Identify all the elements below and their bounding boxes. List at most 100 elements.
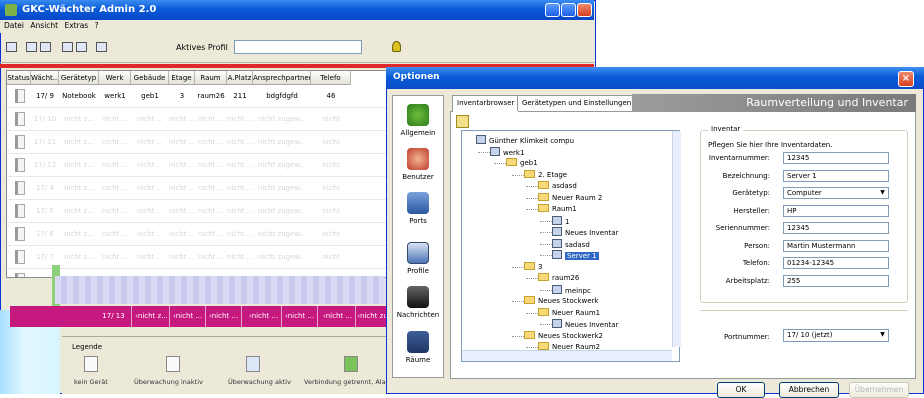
tree-node[interactable]: geb1 xyxy=(506,158,538,167)
menu-extras[interactable]: Extras xyxy=(65,21,89,30)
inventory-field-input[interactable]: 255 xyxy=(783,274,889,287)
close-button[interactable] xyxy=(577,3,592,17)
col-geraetetyp[interactable]: Gerätetyp xyxy=(59,71,99,85)
messages-icon xyxy=(407,286,429,308)
tree-connector xyxy=(526,209,538,210)
options-close-button[interactable]: × xyxy=(898,71,914,87)
selected-table-row[interactable]: 17/ 13 ‹nicht z... ‹nicht ... ‹nicht ... ‹ni… xyxy=(10,306,390,327)
tree-node[interactable]: Neues Stockwerk xyxy=(524,296,599,305)
inventory-field-input[interactable]: 01234-12345 xyxy=(783,257,889,269)
computer-icon xyxy=(476,135,486,144)
inventory-tree[interactable]: Günther Klimkeit compu werk1 geb1 2. Etage a… xyxy=(461,130,680,362)
tree-node[interactable]: Neuer Raum1 xyxy=(538,307,601,317)
tree-node[interactable]: raum26 xyxy=(538,273,579,282)
tab-geraetetypen[interactable]: Gerätetypen und Einstellungen xyxy=(517,95,637,111)
col-gebaeude[interactable]: Gebäude xyxy=(131,71,169,85)
menu-ansicht[interactable]: Ansicht xyxy=(30,21,58,30)
active-profile-input[interactable] xyxy=(234,40,362,54)
col-telefon[interactable]: Telefo xyxy=(311,71,351,85)
menubar: Datei Ansicht Extras ? xyxy=(0,20,594,33)
table-cell: nicht zugew... xyxy=(257,184,307,192)
table-cell: nicht ... xyxy=(169,253,195,261)
tree-connector xyxy=(512,174,524,176)
col-waechter[interactable]: Wächt... xyxy=(31,71,59,85)
ok-button[interactable]: OK xyxy=(717,382,765,398)
table-cell: nicht xyxy=(322,138,340,146)
table-cell: 17/ 5 xyxy=(36,207,54,215)
settings-icon[interactable] xyxy=(6,42,17,52)
options-titlebar[interactable] xyxy=(386,67,924,89)
col-etage[interactable]: Etage xyxy=(169,71,195,85)
tree-node[interactable]: Neues Stockwerk2 xyxy=(524,330,603,340)
tree-node[interactable]: 1 xyxy=(552,215,569,226)
sidebar-item-nachrichten[interactable]: Nachrichten xyxy=(392,286,444,319)
inventory-field-input[interactable]: 12345 xyxy=(783,152,889,164)
tree-node-label: geb1 xyxy=(520,159,538,167)
tree-node[interactable]: Neuer Raum 2 xyxy=(538,192,602,202)
table-cell: nicht xyxy=(322,184,340,192)
maximize-button[interactable] xyxy=(561,3,576,17)
tree-node[interactable]: Server 1 xyxy=(552,250,599,260)
inventory-field-input[interactable]: Server 1 xyxy=(783,169,889,182)
table-cell: nicht ... xyxy=(136,253,164,261)
col-ansprechpartner[interactable]: Ansprechpartner xyxy=(253,71,311,85)
sidebar-label: Ports xyxy=(409,217,427,225)
inventory-field-input[interactable]: HP xyxy=(783,204,889,217)
tree-node[interactable]: meinpc xyxy=(552,284,591,295)
inventory-field-input[interactable]: 12345 xyxy=(783,222,889,234)
list-icon[interactable] xyxy=(96,42,107,52)
tree-node-label: Neuer Raum1 xyxy=(552,308,601,317)
device-type-select[interactable]: Computer ▼ xyxy=(783,187,889,199)
apply-button[interactable]: Übernehmen xyxy=(849,382,909,398)
col-status[interactable]: Status xyxy=(7,71,31,85)
tree-node-label: werk1 xyxy=(503,148,525,157)
tree-node[interactable]: werk1 xyxy=(490,146,525,157)
cancel-button[interactable]: Abbrechen xyxy=(779,382,839,398)
table-cell: nicht ... xyxy=(136,184,164,192)
inventar-description: Pflegen Sie hier Ihre Inventardaten. xyxy=(708,141,833,149)
tab-inventarbrowser[interactable]: Inventarbrowser xyxy=(452,95,520,112)
legend-title: Legende xyxy=(72,343,103,351)
sidebar-item-benutzer[interactable]: Benutzer xyxy=(392,148,444,181)
tree-node[interactable]: Raum1 xyxy=(538,204,577,213)
sidebar-item-profile[interactable]: Profile xyxy=(392,242,444,275)
sidebar-item-raeume[interactable]: Räume xyxy=(392,331,444,364)
save-icon[interactable] xyxy=(76,42,87,52)
table-cell: nicht zugew... xyxy=(257,230,307,238)
tree-node[interactable]: Neues Inventar xyxy=(552,319,618,329)
tree-node[interactable]: sadasd xyxy=(552,238,590,249)
table-cell: 17/ 12 xyxy=(33,161,57,169)
tree-node[interactable]: 3 xyxy=(524,261,542,271)
col-aplatz[interactable]: A.Platz xyxy=(227,71,253,85)
open-icon[interactable] xyxy=(62,42,73,52)
document-icon[interactable] xyxy=(26,42,37,52)
tree-node[interactable]: asdasd xyxy=(538,181,577,190)
tree-node-label: Günther Klimkeit compu xyxy=(489,137,575,145)
tree-connector xyxy=(540,324,552,325)
folder-icon xyxy=(538,273,549,281)
field-label: Inventarnummer: xyxy=(708,154,770,162)
print-icon[interactable] xyxy=(40,42,51,52)
port-select[interactable]: 17/ 10 (jetzt) ▼ xyxy=(783,329,889,342)
tree-node-label: Raum1 xyxy=(552,205,577,213)
tree-horizontal-scrollbar[interactable] xyxy=(462,350,672,361)
tree-tool-icon[interactable] xyxy=(456,115,469,128)
lightbulb-icon[interactable] xyxy=(392,41,401,52)
tree-node[interactable]: Neues Inventar xyxy=(552,227,618,237)
sidebar-label: Nachrichten xyxy=(396,311,440,319)
menu-help[interactable]: ? xyxy=(95,21,99,30)
minimize-button[interactable] xyxy=(545,3,560,17)
menu-datei[interactable]: Datei xyxy=(4,21,24,30)
col-werk[interactable]: Werk xyxy=(99,71,131,85)
sidebar-item-ports[interactable]: Ports xyxy=(392,192,444,225)
status-plug-icon xyxy=(15,250,25,264)
tree-vertical-scrollbar[interactable] xyxy=(672,131,681,347)
table-cell: nicht ... xyxy=(227,138,253,146)
tree-node[interactable]: Günther Klimkeit compu xyxy=(476,135,574,145)
tree-node-label: Neues Stockwerk2 xyxy=(538,331,603,340)
inventory-field-input[interactable]: Martin Mustermann xyxy=(783,239,889,252)
tree-node[interactable]: 2. Etage xyxy=(524,169,567,179)
sidebar-item-allgemein[interactable]: Allgemein xyxy=(392,104,444,137)
computer-icon xyxy=(490,146,500,156)
col-raum[interactable]: Raum xyxy=(195,71,227,85)
